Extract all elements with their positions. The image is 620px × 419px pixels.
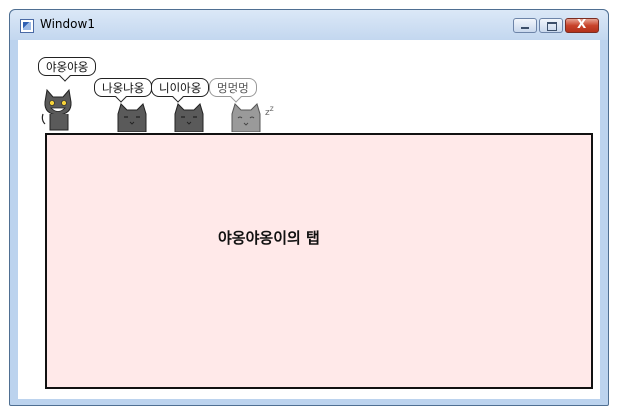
sleep-z-icon: zz [265,104,274,118]
application-window: Window1 X 야옹야옹 나옹냐옹 니이아옹 멍멍멍 zz 야옹야옹이의 탭 [9,9,609,406]
tab-label: 야옹야옹 [38,57,97,76]
tab-label: 니이아옹 [151,78,210,97]
laughing-cat-icon [41,88,72,131]
close-button[interactable]: X [565,17,599,33]
tab-content-text: 야옹야옹이의 탭 [218,229,320,247]
cat-icon [117,103,147,132]
maximize-icon [547,22,557,31]
sleeping-cat-icon [231,103,261,132]
tab-4[interactable]: 멍멍멍 [209,78,279,98]
tab-content-panel: 야옹야옹이의 탭 [45,133,593,389]
cat-icon [174,103,204,132]
maximize-button[interactable] [539,18,563,33]
window-title: Window1 [40,17,95,31]
app-icon[interactable] [20,19,34,33]
tab-label: 멍멍멍 [209,78,257,97]
tab-label: 나옹냐옹 [94,78,153,97]
minimize-button[interactable] [513,18,537,33]
close-icon: X [577,17,587,31]
minimize-icon [521,27,529,29]
client-area: 야옹야옹 나옹냐옹 니이아옹 멍멍멍 zz 야옹야옹이의 탭 [18,40,600,399]
title-bar[interactable]: Window1 X [10,10,608,40]
tab-1[interactable]: 야옹야옹 [38,57,108,77]
